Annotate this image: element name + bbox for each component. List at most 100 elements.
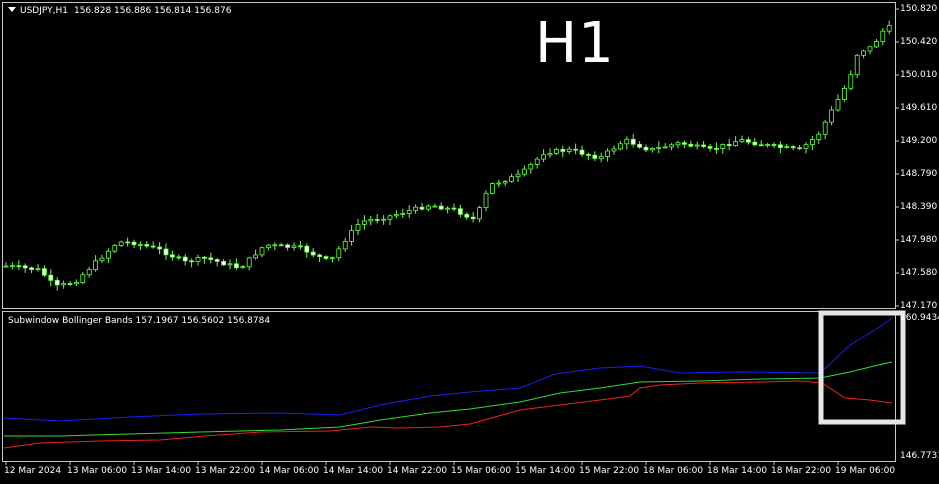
candle-body xyxy=(240,266,246,269)
x-tick-label: 13 Mar 22:00 xyxy=(195,466,256,476)
candle-body xyxy=(304,245,310,253)
candle-body xyxy=(137,244,143,246)
candle-body xyxy=(125,241,130,244)
candle-body xyxy=(547,152,553,156)
candle-body xyxy=(387,215,393,220)
candle-body xyxy=(771,144,777,146)
candle-body xyxy=(720,143,726,149)
candle-body xyxy=(150,245,156,248)
candle-body xyxy=(733,141,738,146)
x-tick-label: 14 Mar 14:00 xyxy=(323,466,384,476)
x-tick-label: 13 Mar 14:00 xyxy=(131,466,192,476)
candle-body xyxy=(624,138,630,145)
candle-body xyxy=(323,256,329,259)
candle-body xyxy=(106,250,111,259)
candle-body xyxy=(272,244,278,247)
candle-body xyxy=(618,143,623,150)
candle-body xyxy=(522,168,527,175)
candle-body xyxy=(566,148,572,152)
y-tick-label: 150.820 xyxy=(900,4,938,14)
candle-body xyxy=(93,260,98,270)
candle-body xyxy=(630,138,636,145)
candle-body xyxy=(682,142,687,145)
candle-body xyxy=(67,283,73,286)
y-tick-label: 147.580 xyxy=(900,268,938,278)
candle-body xyxy=(554,148,559,154)
candle-body xyxy=(112,245,118,252)
candle-body xyxy=(42,268,47,276)
candle-body xyxy=(656,146,662,149)
candle-body xyxy=(374,219,380,221)
candle-body xyxy=(592,154,598,159)
subwindow-y-tick: 160.9434 xyxy=(900,313,939,323)
candle-body xyxy=(867,46,873,52)
y-tick-label: 148.390 xyxy=(900,202,938,212)
candle-body xyxy=(297,245,303,248)
candle-body xyxy=(16,265,22,268)
bollinger-upper-band xyxy=(3,317,893,422)
timeframe-overlay-label: H1 xyxy=(535,11,615,76)
x-tick-label: 15 Mar 22:00 xyxy=(579,466,640,476)
candle-body xyxy=(445,207,451,210)
candle-body xyxy=(393,214,399,217)
candle-body xyxy=(265,244,271,249)
candle-body xyxy=(829,109,834,123)
candle-body xyxy=(438,205,444,210)
x-tick-label: 13 Mar 06:00 xyxy=(67,466,128,476)
candle-body xyxy=(746,139,751,143)
candle-body xyxy=(886,25,892,32)
y-tick-label: 147.170 xyxy=(900,301,938,311)
candle-body xyxy=(214,259,220,262)
candle-body xyxy=(310,251,316,256)
candle-body xyxy=(29,267,35,270)
candle-body xyxy=(534,158,540,165)
y-tick-label: 147.980 xyxy=(900,235,938,245)
candle-body xyxy=(778,144,783,149)
candle-body xyxy=(842,88,847,101)
candle-body xyxy=(675,142,681,146)
candle-body xyxy=(278,244,284,247)
ohlc-values: 156.828 156.886 156.814 156.876 xyxy=(73,6,232,16)
candle-body xyxy=(99,257,105,262)
candle-body xyxy=(361,220,367,225)
candle-body xyxy=(637,143,642,148)
y-tick-label: 148.790 xyxy=(900,169,938,179)
x-tick-label: 18 Mar 22:00 xyxy=(771,466,832,476)
candle-body xyxy=(285,244,291,248)
candle-body xyxy=(861,50,866,56)
candle-body xyxy=(61,283,66,286)
candle-body xyxy=(419,206,425,210)
x-tick-label: 12 Mar 2024 xyxy=(4,466,62,476)
candle-body xyxy=(483,192,489,209)
candle-body xyxy=(496,182,502,185)
candle-body xyxy=(329,257,335,260)
candle-body xyxy=(233,263,239,269)
candle-body xyxy=(406,210,412,214)
candle-body xyxy=(662,146,668,149)
candle-body xyxy=(259,247,265,256)
candle-body xyxy=(790,146,796,149)
candle-body xyxy=(413,206,419,211)
candle-body xyxy=(810,139,815,145)
candle-body xyxy=(131,241,137,246)
candle-body xyxy=(189,260,195,263)
candle-body xyxy=(169,254,175,258)
y-tick-label: 150.420 xyxy=(900,37,938,47)
candle-body xyxy=(291,245,297,248)
dropdown-triangle-icon[interactable] xyxy=(8,7,16,12)
candle-body xyxy=(669,144,674,148)
x-tick-label: 15 Mar 14:00 xyxy=(515,466,576,476)
x-tick-label: 14 Mar 22:00 xyxy=(387,466,448,476)
candle-body xyxy=(54,279,60,286)
candle-body xyxy=(694,144,700,147)
candle-body xyxy=(758,144,764,147)
candle-body xyxy=(432,205,438,208)
candle-body xyxy=(848,74,854,89)
candle-body xyxy=(86,269,92,276)
highlight-box xyxy=(818,310,906,425)
candle-body xyxy=(35,268,41,271)
candle-body xyxy=(74,282,79,285)
candle-body xyxy=(784,146,790,149)
candle-body xyxy=(182,256,188,262)
x-tick-label: 14 Mar 06:00 xyxy=(259,466,320,476)
